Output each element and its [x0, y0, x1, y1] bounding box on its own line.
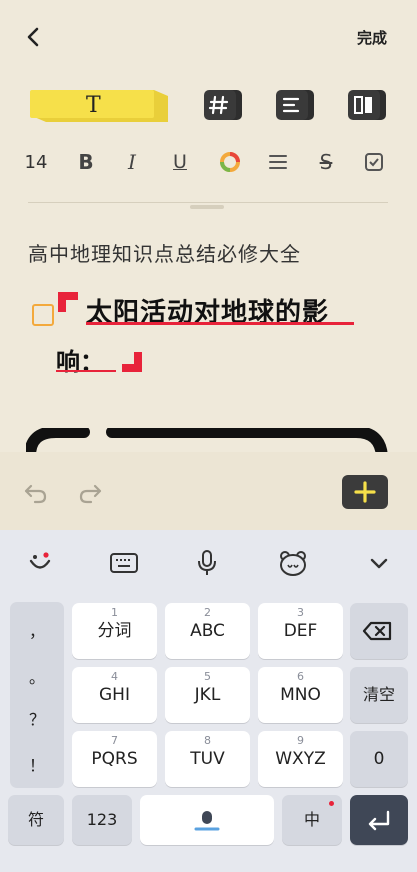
undo-icon: [24, 484, 47, 504]
svg-text:T: T: [86, 93, 101, 118]
key-9[interactable]: 9 WXYZ: [258, 731, 343, 787]
key-label: MNO: [280, 685, 321, 705]
number-mode-key[interactable]: 123: [72, 795, 132, 845]
hash-icon: [204, 90, 242, 120]
key-number: 4: [111, 670, 118, 683]
todo-checkbox[interactable]: [32, 304, 54, 326]
document-title[interactable]: 高中地理知识点总结必修大全: [28, 238, 301, 267]
backspace-icon: [362, 621, 392, 641]
key-label: PQRS: [91, 749, 138, 769]
undo-button[interactable]: [22, 478, 50, 510]
punctuation-question-key[interactable]: ？: [10, 706, 64, 730]
red-dot-icon: [329, 801, 334, 806]
return-icon: [368, 810, 390, 831]
voice-button[interactable]: [194, 548, 220, 582]
key-label: TUV: [190, 749, 225, 769]
du-bear-button[interactable]: [278, 548, 308, 582]
key-7[interactable]: 7 PQRS: [72, 731, 157, 787]
plus-icon: [354, 481, 376, 503]
chevron-down-icon: [370, 558, 388, 569]
language-label: 中: [303, 810, 320, 829]
microphone-icon: [198, 550, 216, 575]
key-number: 8: [204, 734, 211, 747]
punctuation-comma-key[interactable]: ，: [10, 618, 64, 642]
punctuation-column: ， 。 ？ ！: [10, 602, 64, 788]
back-button[interactable]: [18, 22, 48, 52]
language-switch-key[interactable]: 中: [282, 795, 342, 845]
emoji-button[interactable]: [26, 548, 54, 580]
key-number: 6: [297, 670, 304, 683]
key-5[interactable]: 5 JKL: [165, 667, 250, 723]
zero-key[interactable]: 0: [350, 731, 408, 787]
key-number: 1: [111, 606, 118, 619]
keyboard-icon: [110, 553, 138, 573]
heading-button[interactable]: [202, 88, 244, 122]
align-button[interactable]: [274, 88, 316, 122]
key-number: 9: [297, 734, 304, 747]
checklist-button[interactable]: [354, 140, 394, 184]
key-label: ABC: [190, 621, 225, 641]
key-2[interactable]: 2 ABC: [165, 603, 250, 659]
key-number: 3: [297, 606, 304, 619]
key-4[interactable]: 4 GHI: [72, 667, 157, 723]
drag-handle[interactable]: [190, 205, 224, 209]
key-number: 5: [204, 670, 211, 683]
punctuation-period-key[interactable]: 。: [10, 664, 64, 688]
chevron-left-icon: [27, 27, 39, 47]
clear-key[interactable]: 清空: [350, 667, 408, 723]
divider: [28, 202, 388, 203]
layout-button[interactable]: [346, 88, 388, 122]
key-8[interactable]: 8 TUV: [165, 731, 250, 787]
key-label: DEF: [283, 621, 318, 641]
underline-button[interactable]: U: [160, 140, 200, 184]
redo-icon: [79, 484, 102, 504]
key-6[interactable]: 6 MNO: [258, 667, 343, 723]
key-number: 2: [204, 606, 211, 619]
emoji-icon: [29, 552, 51, 569]
text-style-icon: T: [30, 90, 168, 122]
color-wheel-icon: [220, 152, 240, 172]
key-number: 7: [111, 734, 118, 747]
hide-keyboard-button[interactable]: [366, 550, 392, 580]
key-label: WXYZ: [275, 749, 326, 769]
backspace-key[interactable]: [350, 603, 408, 659]
font-size-button[interactable]: 14: [16, 140, 56, 184]
punctuation-exclaim-key[interactable]: ！: [10, 752, 64, 776]
insert-button[interactable]: [342, 475, 388, 509]
list-icon: [269, 155, 287, 169]
bear-icon: [280, 551, 306, 576]
italic-button[interactable]: I: [112, 140, 152, 184]
key-3[interactable]: 3 DEF: [258, 603, 343, 659]
columns-icon: [348, 90, 386, 120]
key-label: GHI: [99, 685, 130, 705]
list-button[interactable]: [258, 140, 298, 184]
enter-key[interactable]: [350, 795, 408, 845]
align-icon: [276, 90, 314, 120]
selection-start-handle[interactable]: [58, 292, 80, 314]
keyboard-switch-button[interactable]: [109, 550, 139, 580]
strikethrough-button[interactable]: S: [306, 140, 346, 184]
redo-button[interactable]: [76, 478, 104, 510]
key-1[interactable]: 1 分词: [72, 603, 157, 659]
key-label: 分词: [97, 621, 132, 641]
symbol-key[interactable]: 符: [8, 795, 64, 845]
space-key[interactable]: [140, 795, 274, 845]
voice-space-icon: [194, 811, 220, 831]
color-button[interactable]: [210, 140, 250, 184]
selection-end-handle[interactable]: [122, 352, 144, 374]
bold-button[interactable]: B: [66, 140, 106, 184]
checkbox-icon: [365, 153, 383, 171]
key-label: JKL: [194, 685, 221, 705]
done-button[interactable]: 完成: [348, 26, 396, 50]
text-style-button[interactable]: T: [28, 88, 168, 122]
heading-underline: [56, 370, 116, 372]
heading-underline: [86, 322, 354, 325]
